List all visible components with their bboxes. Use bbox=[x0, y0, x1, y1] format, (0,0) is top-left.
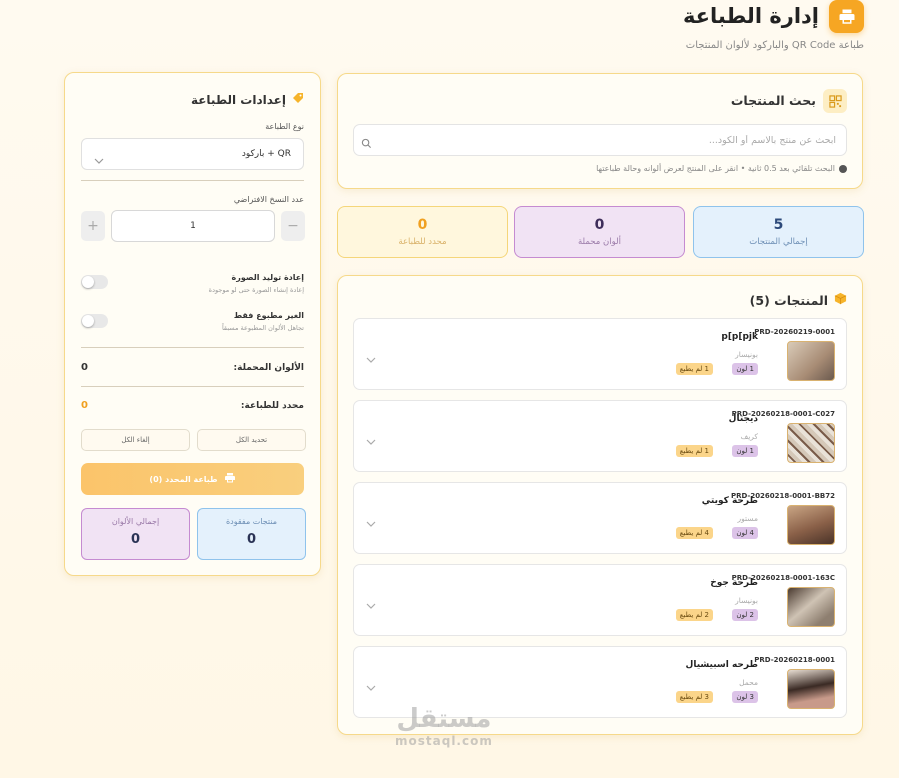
divider bbox=[81, 347, 304, 348]
product-thumbnail bbox=[787, 587, 835, 627]
check-circle-icon bbox=[839, 164, 847, 173]
deselect-all-button[interactable]: إلغاء الكل bbox=[81, 429, 190, 451]
search-input[interactable] bbox=[353, 124, 847, 156]
chevron-down-icon[interactable] bbox=[366, 513, 376, 532]
product-category: مستور bbox=[737, 514, 758, 523]
product-category: بونيسار bbox=[735, 596, 758, 605]
colors-badge: 2 لون bbox=[732, 609, 758, 621]
printer-icon bbox=[224, 472, 236, 486]
stat-loaded-colors: 0 ألوان محملة bbox=[514, 206, 685, 258]
chevron-down-icon[interactable] bbox=[366, 677, 376, 696]
product-name: طرحة جوخ bbox=[710, 578, 758, 588]
box-icon bbox=[834, 292, 847, 308]
copies-input[interactable]: 1 bbox=[111, 210, 275, 242]
product-name: ديجتال bbox=[728, 414, 758, 424]
select-all-button[interactable]: تحديد الكل bbox=[197, 429, 306, 451]
product-thumbnail bbox=[787, 505, 835, 545]
product-category: محمل bbox=[739, 678, 758, 687]
increment-button[interactable]: + bbox=[81, 211, 105, 241]
unprinted-badge: 1 لم يطبع bbox=[675, 445, 713, 457]
print-settings-card: إعدادات الطباعة نوع الطباعة QR + باركود … bbox=[64, 72, 321, 576]
unprinted-only-subtitle: تجاهل الألوان المطبوعة مسبقاً bbox=[221, 324, 304, 332]
colors-badge: 4 لون bbox=[732, 527, 758, 539]
unprinted-badge: 3 لم يطبع bbox=[675, 691, 713, 703]
watermark-logo: مستقل mostaql.com bbox=[395, 704, 493, 748]
product-row[interactable]: PRD-20260218-0001-BB72 طرحة كويتي مستور … bbox=[353, 482, 847, 554]
divider bbox=[81, 386, 304, 387]
loaded-colors-label: الألوان المحملة: bbox=[233, 363, 304, 373]
selected-value: 0 bbox=[81, 400, 88, 411]
product-sku: PRD-20260219-0001 bbox=[754, 328, 835, 336]
product-name: طرحة كويتي bbox=[701, 496, 758, 506]
missing-products-stat: منتجات مفقودة 0 bbox=[197, 508, 306, 560]
unprinted-badge: 2 لم يطبع bbox=[675, 609, 713, 621]
stat-total-products: 5 إجمالي المنتجات bbox=[693, 206, 864, 258]
product-row[interactable]: PRD-20260219-0001 p[p[pjk بونيسار 1 لون … bbox=[353, 318, 847, 390]
print-selected-button[interactable]: طباعة المحدد (0) bbox=[81, 463, 304, 495]
print-type-select[interactable]: QR + باركود bbox=[81, 138, 304, 170]
product-row[interactable]: PRD-20260218-0001-C027 ديجتال كريف 1 لون… bbox=[353, 400, 847, 472]
product-name: p[p[pjk bbox=[721, 332, 758, 342]
unprinted-badge: 1 لم يطبع bbox=[675, 363, 713, 375]
printer-header-icon bbox=[829, 0, 864, 33]
chevron-down-icon[interactable] bbox=[366, 349, 376, 368]
chevron-down-icon[interactable] bbox=[366, 431, 376, 450]
product-sku: PRD-20260218-0001 bbox=[754, 656, 835, 664]
copies-label: عدد النسخ الافتراضي bbox=[233, 195, 304, 204]
print-type-label: نوع الطباعة bbox=[265, 122, 304, 131]
stat-selected: 0 محدد للطباعة bbox=[337, 206, 508, 258]
regen-title: إعادة توليد الصورة bbox=[231, 273, 305, 282]
search-card: بحث المنتجات البحث تلقائي بعد 0.5 ثانية … bbox=[337, 73, 863, 189]
regen-subtitle: إعادة إنشاء الصورة حتى لو موجودة bbox=[208, 286, 304, 294]
search-icon bbox=[361, 134, 372, 153]
search-hint: البحث تلقائي بعد 0.5 ثانية • انقر على ال… bbox=[596, 164, 847, 173]
product-row[interactable]: PRD-20260218-0001-163C طرحة جوخ بونيسار … bbox=[353, 564, 847, 636]
product-thumbnail bbox=[787, 341, 835, 381]
regen-toggle[interactable] bbox=[81, 275, 108, 289]
colors-badge: 3 لون bbox=[732, 691, 758, 703]
chevron-down-icon[interactable] bbox=[366, 595, 376, 614]
product-category: كريف bbox=[740, 432, 758, 441]
colors-badge: 1 لون bbox=[732, 363, 758, 375]
settings-title: إعدادات الطباعة bbox=[191, 92, 304, 107]
unprinted-only-title: الغير مطبوع فقط bbox=[233, 311, 304, 320]
divider bbox=[81, 180, 304, 181]
products-title: المنتجات (5) bbox=[750, 292, 847, 308]
products-card: المنتجات (5) PRD-20260219-0001 p[p[pjk ب… bbox=[337, 275, 863, 735]
total-colors-stat: إجمالي الألوان 0 bbox=[81, 508, 190, 560]
decrement-button[interactable]: − bbox=[281, 211, 305, 241]
tag-icon bbox=[292, 92, 304, 107]
colors-badge: 1 لون bbox=[732, 445, 758, 457]
search-title: بحث المنتجات bbox=[730, 93, 816, 108]
unprinted-badge: 4 لم يطبع bbox=[675, 527, 713, 539]
product-category: بونيسار bbox=[735, 350, 758, 359]
page-title: إدارة الطباعة bbox=[682, 4, 819, 28]
unprinted-only-toggle[interactable] bbox=[81, 314, 108, 328]
product-thumbnail bbox=[787, 423, 835, 463]
product-thumbnail bbox=[787, 669, 835, 709]
loaded-colors-value: 0 bbox=[81, 362, 88, 373]
selected-label: محدد للطباعة: bbox=[240, 401, 304, 411]
chevron-down-icon bbox=[94, 150, 104, 169]
page-subtitle: طباعة QR Code والباركود لألوان المنتجات bbox=[685, 40, 864, 51]
qr-icon bbox=[823, 89, 847, 113]
product-name: طرحه اسبيشيال bbox=[685, 660, 758, 670]
